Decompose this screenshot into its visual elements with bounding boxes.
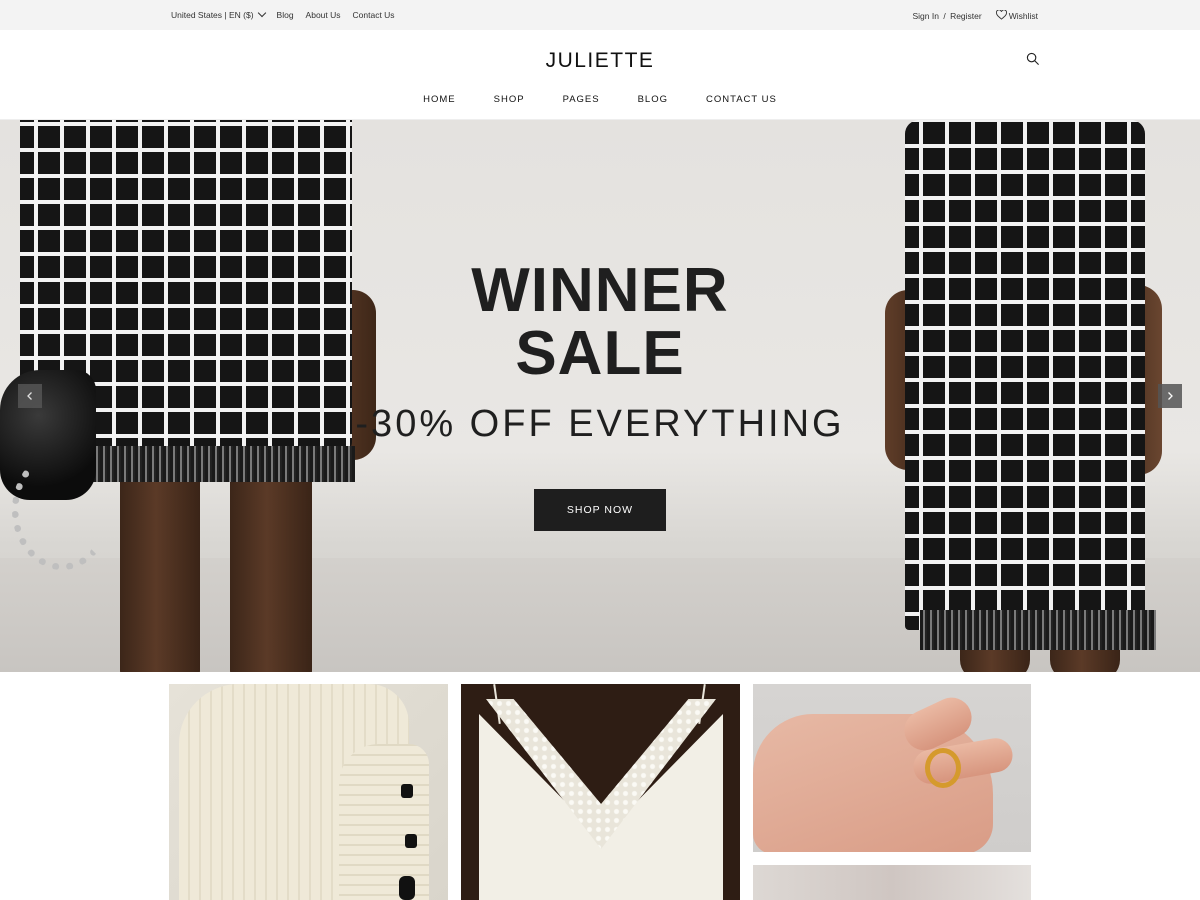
hero-bag-chain (12, 450, 112, 570)
shop-now-button[interactable]: SHOP NOW (534, 489, 666, 531)
locale-label: United States | EN ($) (171, 10, 254, 20)
category-tile-lingerie[interactable] (461, 684, 740, 900)
nav-item-contact[interactable]: CONTACT US (706, 94, 777, 105)
topbar-link-about[interactable]: About Us (306, 10, 341, 20)
main-nav: HOME SHOP PAGES BLOG CONTACT US (0, 94, 1200, 105)
topbar-link-blog[interactable]: Blog (277, 10, 294, 20)
top-utility-bar: United States | EN ($) Blog About Us Con… (0, 0, 1200, 30)
topbar-link-contact[interactable]: Contact Us (353, 10, 395, 20)
slider-prev-button[interactable] (18, 384, 42, 408)
chevron-left-icon (27, 392, 32, 400)
hero-model-leg (230, 450, 312, 672)
sweater-pattern-dot (405, 834, 417, 848)
locale-selector[interactable]: United States | EN ($) (171, 8, 266, 20)
nav-item-shop[interactable]: SHOP (494, 94, 525, 105)
category-tile-knitwear[interactable] (169, 684, 448, 900)
search-icon[interactable] (1026, 52, 1040, 66)
register-link[interactable]: Register (950, 11, 982, 21)
heart-icon (995, 10, 1007, 20)
knit-sweater-sleeve (339, 744, 429, 900)
topbar-left: United States | EN ($) Blog About Us Con… (171, 8, 395, 20)
hero-model-leg (120, 450, 200, 672)
account-links: Sign In / Register (912, 11, 981, 21)
chevron-down-icon (257, 8, 266, 18)
hero-dress-fringe (920, 610, 1156, 650)
hero-title-line1: WINNER (471, 256, 729, 325)
sweater-pattern-dot (399, 876, 415, 900)
slider-next-button[interactable] (1158, 384, 1182, 408)
site-header: JULIETTE HOME SHOP PAGES BLOG CONTACT US (0, 30, 1200, 120)
chevron-right-icon (1168, 392, 1173, 400)
gold-ring-image (925, 748, 961, 788)
account-separator: / (943, 10, 946, 21)
hero-title-line2: SALE (515, 319, 685, 388)
nav-item-home[interactable]: HOME (423, 94, 456, 105)
nav-item-pages[interactable]: PAGES (563, 94, 600, 105)
category-tile-jewelry[interactable] (753, 684, 1031, 852)
site-logo[interactable]: JULIETTE (0, 49, 1200, 73)
hero-subtitle: -30% OFF EVERYTHING (355, 403, 845, 445)
topbar-right: Sign In / Register Wishlist (912, 10, 1038, 21)
hero-slider: WINNER SALE -30% OFF EVERYTHING SHOP NOW (0, 120, 1200, 672)
wishlist-label: Wishlist (1008, 11, 1038, 21)
wishlist-link[interactable]: Wishlist (995, 10, 1038, 21)
sweater-pattern-dot (401, 784, 413, 798)
category-tile-apparel[interactable] (753, 865, 1031, 900)
signin-link[interactable]: Sign In (912, 11, 938, 21)
nav-item-blog[interactable]: BLOG (638, 94, 668, 105)
